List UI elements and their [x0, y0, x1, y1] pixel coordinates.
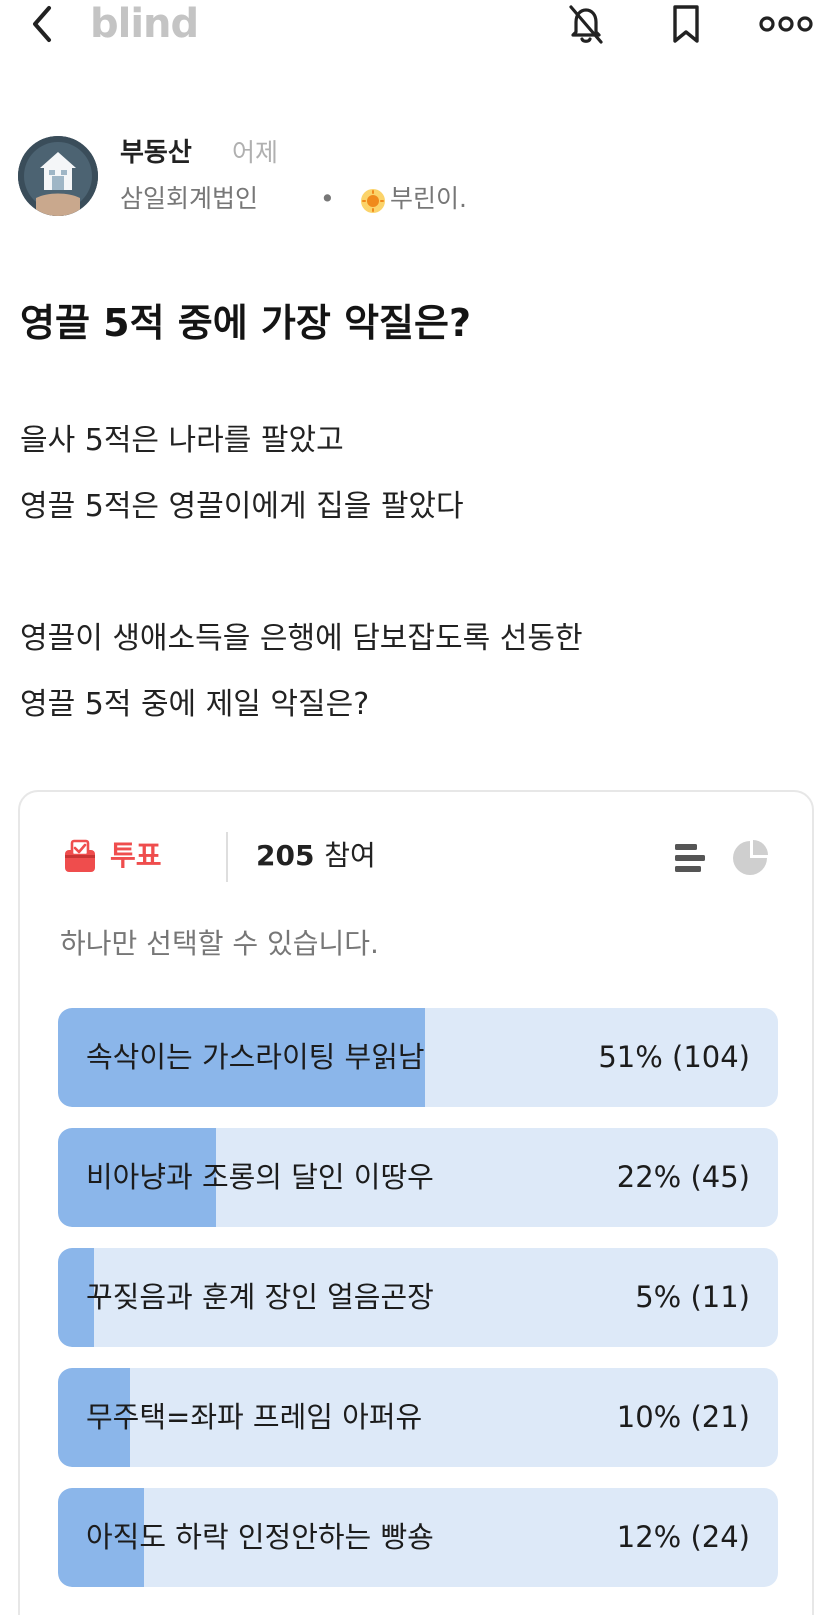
- poll-option-result: 10% (21): [616, 1400, 750, 1434]
- poll-option[interactable]: 속삭이는 가스라이팅 부읽남 51% (104): [58, 1008, 778, 1107]
- top-bar: blind: [0, 0, 831, 50]
- poll-hint: 하나만 선택할 수 있습니다.: [60, 927, 379, 960]
- post-body: 을사 5적은 나라를 팔았고 영끌 5적은 영끌이에게 집을 팔았다 영끌이 생…: [20, 408, 810, 738]
- post-body-line: 영끌 5적은 영끌이에게 집을 팔았다: [20, 489, 464, 524]
- post-body-line: 영끌 5적 중에 제일 악질은?: [20, 687, 370, 722]
- poll-option-label: 비아냥과 조롱의 달인 이땅우: [86, 1160, 434, 1194]
- participant-suffix: 참여: [324, 839, 376, 872]
- poll-option-result: 51% (104): [598, 1040, 750, 1074]
- chevron-left-icon[interactable]: [22, 2, 62, 46]
- badge-sun-icon: [360, 188, 386, 214]
- poll-option[interactable]: 무주택=좌파 프레임 아퍼유 10% (21): [58, 1368, 778, 1467]
- poll-option[interactable]: 아직도 하락 인정안하는 빵숑 12% (24): [58, 1488, 778, 1587]
- poll-option-result: 5% (11): [635, 1280, 750, 1314]
- more-icon[interactable]: [756, 2, 816, 46]
- bar-view-icon[interactable]: [670, 838, 710, 878]
- author-company[interactable]: 삼일회계법인: [120, 182, 258, 216]
- badge-label: 부린이.: [390, 184, 467, 213]
- poll-option-label: 꾸짖음과 훈계 장인 얼음곤장: [86, 1280, 434, 1314]
- author-info: 부동산 어제 삼일회계법인 • 부린이.: [18, 136, 808, 216]
- ballot-box-icon: [62, 838, 98, 874]
- poll-options: 속삭이는 가스라이팅 부읽남 51% (104) 비아냥과 조롱의 달인 이땅우…: [58, 1008, 778, 1608]
- participant-count: 205: [256, 839, 315, 872]
- post-body-line: 을사 5적은 나라를 팔았고: [20, 423, 344, 458]
- poll-header: 투표 205 참여: [60, 832, 780, 882]
- poll-option-result: 22% (45): [616, 1160, 750, 1194]
- poll-option-label: 속삭이는 가스라이팅 부읽남: [86, 1040, 425, 1074]
- post-time: 어제: [232, 138, 279, 167]
- poll-label: 투표: [110, 839, 162, 872]
- separator-dot: •: [320, 184, 335, 213]
- avatar[interactable]: [18, 136, 98, 216]
- post-body-line: 영끌이 생애소득을 은행에 담보잡도록 선동한: [20, 621, 583, 656]
- poll-option[interactable]: 꾸짖음과 훈계 장인 얼음곤장 5% (11): [58, 1248, 778, 1347]
- post-title: 영끌 5적 중에 가장 악질은?: [20, 301, 472, 345]
- divider: [226, 832, 228, 882]
- bell-off-icon[interactable]: [562, 2, 610, 46]
- poll-card: 투표 205 참여 하나만 선택할 수 있습니다. 속삭이는 가스라이팅 부읽남…: [18, 790, 814, 1615]
- poll-option[interactable]: 비아냥과 조롱의 달인 이땅우 22% (45): [58, 1128, 778, 1227]
- app-logo[interactable]: blind: [90, 0, 199, 48]
- pie-view-icon[interactable]: [730, 838, 770, 878]
- poll-option-label: 아직도 하락 인정안하는 빵숑: [86, 1520, 434, 1554]
- author-name[interactable]: 부동산: [120, 136, 192, 170]
- poll-option-label: 무주택=좌파 프레임 아퍼유: [86, 1400, 423, 1434]
- poll-participants: 205 참여: [256, 836, 376, 876]
- poll-option-result: 12% (24): [616, 1520, 750, 1554]
- post-body-line: [20, 540, 810, 606]
- bookmark-icon[interactable]: [662, 2, 710, 46]
